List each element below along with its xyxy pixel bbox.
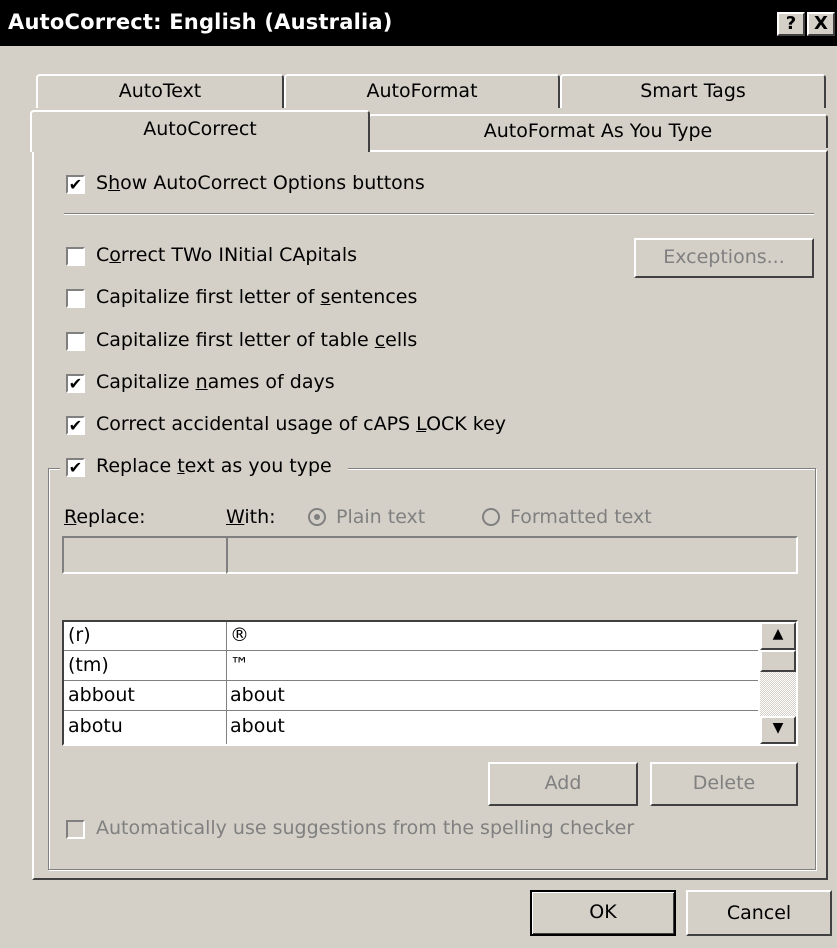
autocorrect-dialog: AutoCorrect: English (Australia) ? X Aut…: [0, 0, 837, 948]
window-title: AutoCorrect: English (Australia): [8, 10, 393, 34]
replace-label: Replace:: [64, 506, 146, 528]
show-options-checkbox[interactable]: ✔: [66, 175, 85, 194]
two-initials-label: Correct TWo INitial CApitals: [96, 244, 358, 266]
scroll-down-button[interactable]: ▼: [760, 716, 796, 744]
list-cell-replace: abbout: [68, 684, 135, 706]
caps-lock-label: Correct accidental usage of cAPS LOCK ke…: [96, 413, 507, 435]
scroll-down-icon: ▼: [772, 720, 784, 736]
close-button[interactable]: X: [807, 12, 835, 36]
title-bar[interactable]: AutoCorrect: English (Australia) ? X: [0, 0, 837, 46]
scroll-up-icon: ▲: [772, 626, 784, 642]
caps-lock-checkbox[interactable]: ✔: [66, 416, 85, 435]
formatted-text-label: Formatted text: [510, 506, 652, 528]
list-row[interactable]: (r) ®: [64, 622, 758, 651]
plain-text-radio[interactable]: [308, 508, 326, 526]
tab-smart-tags[interactable]: Smart Tags: [560, 74, 826, 108]
plain-text-label: Plain text: [336, 506, 426, 528]
help-button[interactable]: ?: [777, 12, 805, 36]
add-button[interactable]: Add: [488, 762, 638, 806]
replace-input[interactable]: [62, 536, 228, 574]
list-cell-replace: (r): [68, 624, 91, 646]
check-icon: ✔: [68, 416, 83, 435]
table-cells-checkbox[interactable]: [66, 332, 85, 351]
auto-suggest-label: Automatically use suggestions from the s…: [96, 817, 635, 839]
replace-text-checkbox[interactable]: ✔: [66, 458, 85, 477]
scroll-up-button[interactable]: ▲: [760, 622, 796, 650]
replace-text-label: Replace text as you type: [96, 455, 332, 477]
ok-button[interactable]: OK: [530, 890, 676, 936]
cancel-button[interactable]: Cancel: [686, 890, 832, 936]
list-row[interactable]: abbout about: [64, 682, 758, 711]
tab-autoformat-as-you-type[interactable]: AutoFormat As You Type: [368, 114, 828, 148]
with-label: With:: [226, 506, 276, 528]
check-icon: ✔: [68, 458, 83, 477]
tab-autocorrect[interactable]: AutoCorrect: [30, 110, 370, 152]
delete-button[interactable]: Delete: [650, 762, 798, 806]
list-cell-replace: (tm): [68, 654, 109, 676]
exceptions-button[interactable]: Exceptions...: [634, 238, 814, 278]
list-cell-replace: abotu: [68, 715, 123, 737]
list-row[interactable]: (tm) ™: [64, 652, 758, 681]
show-options-label: Show AutoCorrect Options buttons: [96, 172, 425, 194]
separator: [64, 213, 814, 215]
with-input[interactable]: [226, 536, 798, 574]
two-initials-checkbox[interactable]: [66, 247, 85, 266]
check-icon: ✔: [68, 175, 83, 194]
sentences-checkbox[interactable]: [66, 289, 85, 308]
days-checkbox[interactable]: ✔: [66, 374, 85, 393]
check-icon: ✔: [68, 374, 83, 393]
list-cell-with: about: [230, 715, 285, 737]
list-cell-with: about: [230, 684, 285, 706]
formatted-text-radio[interactable]: [482, 508, 500, 526]
tab-autotext[interactable]: AutoText: [36, 74, 284, 108]
column-divider: [226, 622, 227, 744]
list-cell-with: ®: [230, 624, 249, 646]
autocorrect-list[interactable]: (r) ® (tm) ™ abbout about abotu about ▲ …: [62, 620, 798, 746]
auto-suggest-checkbox[interactable]: [66, 820, 85, 839]
list-scrollbar[interactable]: ▲ ▼: [760, 622, 796, 744]
table-cells-label: Capitalize first letter of table cells: [96, 329, 418, 351]
tab-autoformat[interactable]: AutoFormat: [284, 74, 560, 108]
list-cell-with: ™: [230, 654, 249, 676]
scroll-thumb[interactable]: [760, 650, 796, 672]
sentences-label: Capitalize first letter of sentences: [96, 286, 418, 308]
list-row[interactable]: abotu about: [64, 713, 758, 741]
days-label: Capitalize names of days: [96, 371, 335, 393]
